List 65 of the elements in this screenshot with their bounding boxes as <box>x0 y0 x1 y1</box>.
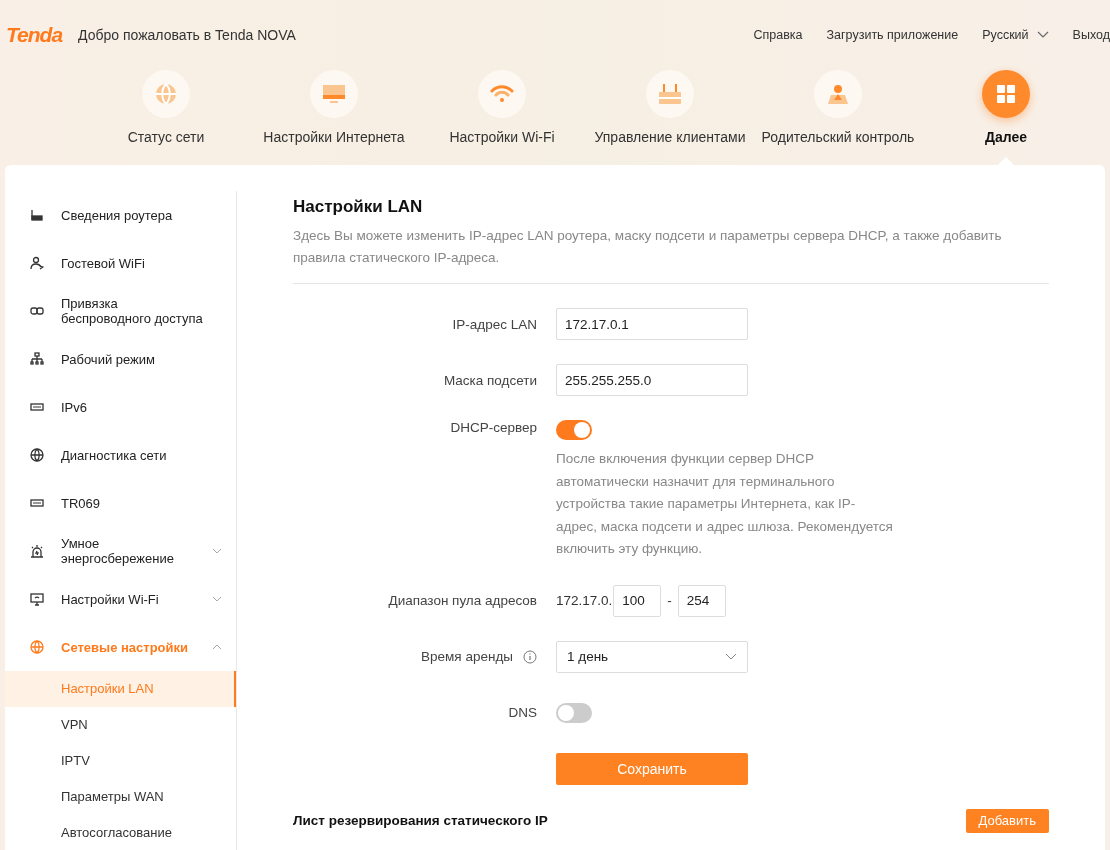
sidebar-subitem[interactable]: Автосогласование <box>5 815 236 850</box>
page-title: Настройки LAN <box>293 197 424 217</box>
nav-tab[interactable]: Настройки Интернета <box>250 70 418 165</box>
guest-icon <box>30 256 44 270</box>
tag-icon <box>30 400 44 414</box>
chevron-down-icon <box>212 596 222 602</box>
link-icon <box>30 304 44 318</box>
globe-icon <box>30 640 44 654</box>
sidebar-item[interactable]: IPv6 <box>5 383 236 431</box>
sidebar-item[interactable]: Рабочий режим <box>5 335 236 383</box>
nav-tab[interactable]: Управление клиентами <box>586 70 754 165</box>
pool-start-field[interactable]: 100 <box>613 584 662 617</box>
toggle-switch[interactable] <box>556 420 592 440</box>
header-link[interactable]: Выход <box>1072 28 1110 42</box>
sidebar-item[interactable]: Гостевой WiFi <box>5 239 236 287</box>
subnet-mask-field[interactable]: 255.255.255.0 <box>556 364 748 396</box>
nav-tab[interactable]: Статус сети <box>82 70 250 165</box>
lease-time-dropdown[interactable]: 1 день <box>556 640 748 673</box>
sidebar-item[interactable]: Сведения роутера <box>5 191 236 239</box>
grid-icon <box>982 70 1030 118</box>
info-icon[interactable] <box>523 649 537 664</box>
page-description: Здесь Вы можете изменить IP-адрес LAN роутера, маску подсети и параметры сервера DHCP, а также добавить правила статического IP-адреса. <box>293 227 1003 267</box>
chevron-down-icon <box>212 548 222 554</box>
range-separator: - <box>667 593 672 608</box>
sidebar-subitem[interactable]: IPTV <box>5 743 236 779</box>
field-label: Маска подсети <box>442 372 538 388</box>
sidebar-item[interactable]: Диагностика сети <box>5 431 236 479</box>
field-label: DHCP-сервер <box>449 420 538 435</box>
alarm-icon <box>30 544 44 558</box>
router-icon <box>30 208 44 222</box>
nav-tab[interactable]: Родительский контроль <box>754 70 922 165</box>
globe-icon <box>142 70 190 118</box>
globe-icon <box>30 448 44 462</box>
pool-end-field[interactable]: 254 <box>677 584 726 617</box>
welcome-text: Добро пожаловать в Tenda NOVA <box>78 27 296 43</box>
field-label: Время аренды <box>421 649 513 664</box>
field-label: DNS <box>507 705 538 720</box>
sidebar-item[interactable]: Настройки Wi-Fi <box>5 575 236 623</box>
ip-prefix-text: 172.17.0. <box>556 593 613 608</box>
header-link[interactable]: Загрузить приложение <box>826 28 959 42</box>
chevron-up-icon <box>212 644 222 650</box>
sidebar-subitem[interactable]: Параметры WAN <box>5 779 236 815</box>
person-icon <box>814 70 862 118</box>
monitor-icon <box>310 70 358 118</box>
ip-address-field[interactable]: 172.17.0.1 <box>556 308 748 340</box>
sidebar-subitem[interactable]: VPN <box>5 707 236 743</box>
section-title: Лист резервирования статического IP <box>293 813 548 828</box>
toggle-switch[interactable] <box>556 702 592 723</box>
tree-icon <box>30 352 44 366</box>
screen-icon <box>30 592 44 606</box>
wifi-icon <box>478 70 526 118</box>
help-text: После включения функции сервер DHCP автоматически назначит для терминального устройства такие параметры Интернета, как IP-адрес, маска подсети и адрес шлюза. Рекомендуется включить эту функцию. <box>556 450 894 558</box>
router-icon <box>646 70 694 118</box>
header-link[interactable]: Справка <box>753 28 803 42</box>
sidebar-item[interactable]: TR069 <box>5 479 236 527</box>
tag-icon <box>30 496 44 510</box>
chevron-down-icon <box>725 653 737 660</box>
sidebar-item[interactable]: Умное энергосбережение <box>5 527 236 575</box>
header-link[interactable]: Русский <box>982 28 1049 42</box>
brand-logo: Tenda <box>6 23 63 47</box>
field-label: Диапазон пула адресов <box>387 593 538 608</box>
nav-tab[interactable]: Настройки Wi-Fi <box>418 70 586 165</box>
sidebar-item[interactable]: Привязка беспроводного доступа <box>5 287 236 335</box>
field-label: IP-адрес LAN <box>451 316 538 332</box>
chevron-down-icon <box>1036 31 1049 39</box>
